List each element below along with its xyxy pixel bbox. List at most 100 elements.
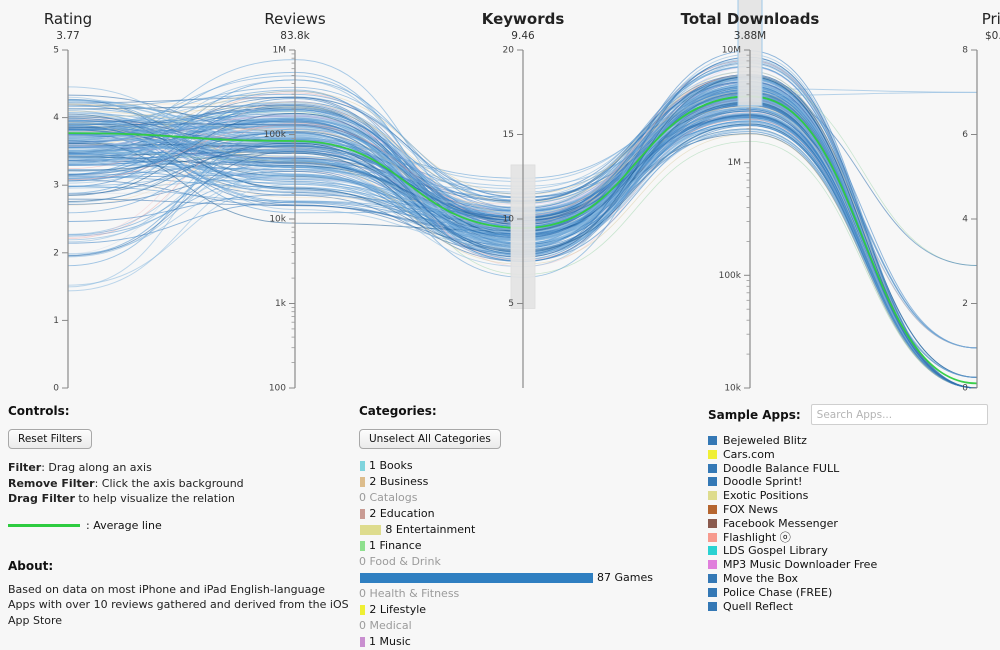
category-row[interactable]: 0 Health & Fitness <box>359 586 704 602</box>
sample-app-row[interactable]: FOX News <box>708 503 998 516</box>
axis-tick-label: 10k <box>269 215 286 225</box>
axis-tick-label: 4 <box>962 215 968 225</box>
axis-tick-label: 0 <box>962 384 968 394</box>
category-row[interactable]: 2 Business <box>359 474 704 490</box>
app-color-swatch <box>708 504 717 514</box>
sample-app-row[interactable]: Doodle Balance FULL <box>708 462 998 475</box>
sample-app-row[interactable]: Facebook Messenger <box>708 517 998 530</box>
category-label: 87 Games <box>597 571 653 584</box>
sample-app-row[interactable]: LDS Gospel Library <box>708 544 998 557</box>
category-bar <box>360 461 365 471</box>
app-color-swatch <box>708 436 717 445</box>
categories-heading: Categories: <box>359 404 437 418</box>
sample-apps-panel: Sample Apps: Bejeweled BlitzCars.comDood… <box>708 404 998 613</box>
category-row[interactable]: 1 Books <box>359 458 704 474</box>
axis-tick-label: 8 <box>962 46 968 56</box>
category-label: 2 Lifestyle <box>369 603 427 616</box>
category-row[interactable]: 0 Catalogs <box>359 490 704 506</box>
app-color-swatch <box>708 532 717 542</box>
axis-tick-label: 0 <box>53 384 59 394</box>
sample-app-row[interactable]: MP3 Music Downloader Free <box>708 558 998 571</box>
sample-app-row[interactable]: Police Chase (FREE) <box>708 586 998 599</box>
axis-tick-label: 1M <box>728 158 742 168</box>
category-row[interactable]: 8 Entertainment <box>359 522 704 538</box>
app-color-swatch <box>708 601 717 611</box>
axis-title[interactable]: Total Downloads <box>681 10 820 28</box>
axis-title[interactable]: Price <box>982 10 1000 28</box>
category-label: 0 Food & Drink <box>359 555 441 568</box>
category-bar <box>360 573 593 583</box>
category-label: 2 Education <box>369 507 435 520</box>
app-color-swatch <box>708 477 717 487</box>
help-line-0: Filter: Drag along an axis <box>8 461 152 474</box>
sample-app-row[interactable]: Bejeweled Blitz <box>708 434 998 447</box>
chart-svg[interactable]: Rating 3.77 Reviews 83.8k Keywords 9.46 Total … <box>0 0 1000 400</box>
average-line-swatch <box>8 523 80 527</box>
controls-heading: Controls: <box>8 404 70 418</box>
sample-app-row[interactable]: Move the Box <box>708 572 998 585</box>
category-row[interactable]: 87 Games <box>359 570 704 586</box>
axis-tick-label: 100 <box>269 384 286 394</box>
app-color-swatch <box>708 546 717 556</box>
app-color-swatch <box>708 518 717 528</box>
sample-app-row[interactable]: Exotic Positions <box>708 489 998 502</box>
parallel-coordinates-chart[interactable]: Rating 3.77 Reviews 83.8k Keywords 9.46 Total … <box>0 0 1000 400</box>
category-row[interactable]: 1 Finance <box>359 538 704 554</box>
sample-apps-list[interactable]: Bejeweled Blitz Cars.com Doodle Balance FU… <box>708 434 998 613</box>
about-text: Based on data on most iPhone and iPad En… <box>8 582 349 627</box>
reset-filters-button[interactable]: Reset Filters <box>8 429 93 449</box>
app-color-swatch <box>708 587 717 597</box>
about-heading: About: <box>8 558 54 573</box>
category-row[interactable]: 1 Music <box>359 634 704 650</box>
help-line-keyword: Filter <box>8 461 42 474</box>
axis-tick-label: 20 <box>503 46 515 56</box>
axis-tick-label: 1 <box>53 316 59 326</box>
axis-tick-label: 5 <box>53 46 59 56</box>
category-label: 8 Entertainment <box>385 523 476 536</box>
axis-tick-label: 2 <box>53 248 59 258</box>
axis-title[interactable]: Keywords <box>482 10 565 28</box>
category-label: 2 Business <box>369 475 429 488</box>
app-color-swatch <box>708 463 717 473</box>
categories-panel: Categories: Unselect All Categories 1 Bo… <box>359 404 704 650</box>
axis-title[interactable]: Rating <box>44 10 92 28</box>
axis-tick-label: 1k <box>275 299 287 309</box>
axis-tick-label: 2 <box>962 299 968 309</box>
category-bar <box>360 605 366 615</box>
unselect-all-categories-button[interactable]: Unselect All Categories <box>359 429 501 449</box>
category-row[interactable]: 0 Medical <box>359 618 704 634</box>
app-label: LDS Gospel Library <box>723 544 828 558</box>
sample-app-row[interactable]: Quell Reflect <box>708 600 998 613</box>
category-row[interactable]: 0 Food & Drink <box>359 554 704 570</box>
sample-app-row[interactable]: Cars.com <box>708 448 998 461</box>
category-list[interactable]: 1 Books 2 Business 0 Catalogs 2 Education 8 … <box>359 458 704 650</box>
search-apps-input[interactable] <box>810 404 988 425</box>
category-bar <box>360 477 366 487</box>
category-row[interactable]: 2 Education <box>359 506 704 522</box>
category-label: 0 Health & Fitness <box>359 587 460 600</box>
app-label: Police Chase (FREE) <box>723 585 833 599</box>
app-label: MP3 Music Downloader Free <box>723 558 878 572</box>
help-line-keyword: Remove Filter <box>8 476 95 490</box>
app-color-swatch <box>708 573 717 583</box>
axis-tick-label: 5 <box>508 299 514 309</box>
axis-tick-label: 1M <box>273 46 287 56</box>
category-bar <box>360 637 365 647</box>
axis-title[interactable]: Reviews <box>264 10 326 28</box>
sample-app-row[interactable]: Doodle Sprint! <box>708 475 998 488</box>
category-bar <box>360 509 366 519</box>
axis-tick-label: 10 <box>503 215 515 225</box>
axis-tick-label: 4 <box>53 113 59 123</box>
category-label: 1 Finance <box>369 539 422 552</box>
axis-tick-label: 100k <box>719 271 742 281</box>
category-bar <box>360 525 382 535</box>
sample-apps-heading: Sample Apps: <box>708 407 801 422</box>
sample-app-row[interactable]: Flashlight ⓞ <box>708 531 998 544</box>
axis-mean-value: 83.8k <box>280 30 310 42</box>
average-line-legend: : Average line <box>8 519 353 532</box>
app-label: Doodle Balance FULL <box>723 461 840 475</box>
app-label: Move the Box <box>723 571 798 585</box>
app-label: FOX News <box>723 502 779 516</box>
category-row[interactable]: 2 Lifestyle <box>359 602 704 618</box>
sample-apps-header: Sample Apps: <box>708 404 998 425</box>
